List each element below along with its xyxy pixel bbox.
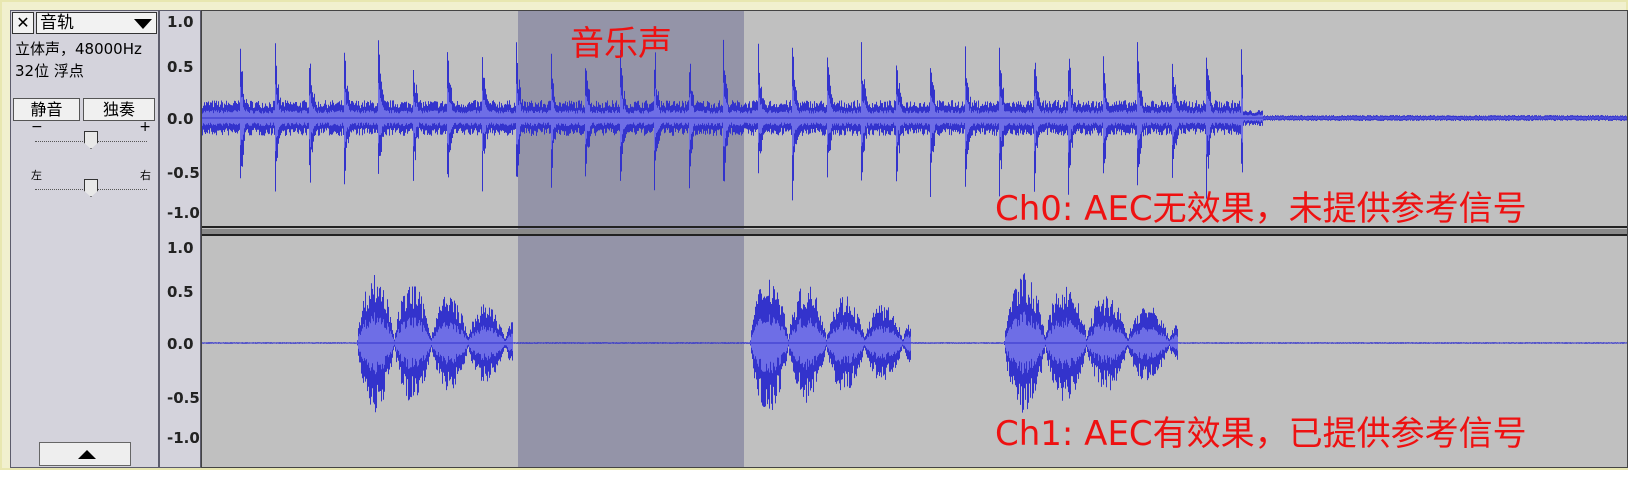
ch0-tick: 1.0 bbox=[167, 13, 194, 31]
channel-0-annotation: Ch0: AEC无效果，未提供参考信号 bbox=[995, 189, 1527, 229]
ch0-tick: -0.5 bbox=[167, 164, 200, 182]
collapse-track-button[interactable] bbox=[39, 442, 131, 466]
close-track-button[interactable]: ✕ bbox=[12, 12, 34, 34]
gain-minus-label: − bbox=[31, 119, 43, 135]
pan-right-label: 右 bbox=[140, 169, 151, 182]
gain-slider-thumb[interactable] bbox=[84, 131, 98, 149]
ch1-tick: -1.0 bbox=[167, 429, 200, 447]
ch1-tick: 1.0 bbox=[167, 239, 194, 257]
track-control-panel: ✕ 音轨 立体声，48000Hz 32位 浮点 静音 独奏 − + 左 右 bbox=[10, 10, 159, 468]
ch1-tick: 0.5 bbox=[167, 283, 194, 301]
pan-slider[interactable]: 左 右 bbox=[31, 169, 151, 201]
channel-0-waveform bbox=[202, 39, 1627, 201]
waveform-canvas bbox=[202, 11, 1627, 467]
track-sample-format: 32位 浮点 bbox=[15, 62, 84, 80]
pan-left-label: 左 bbox=[31, 169, 42, 182]
collapse-up-icon bbox=[78, 450, 96, 459]
mute-button[interactable]: 静音 bbox=[13, 98, 80, 121]
gain-plus-label: + bbox=[139, 119, 151, 135]
track-name-label: 音轨 bbox=[40, 13, 74, 33]
track-format-info: 立体声，48000Hz bbox=[15, 40, 142, 58]
selection-annotation: 音乐声 bbox=[570, 24, 672, 64]
vertical-ruler[interactable]: 1.0 0.5 0.0 -0.5 -1.0 1.0 0.5 0.0 -0.5 -… bbox=[159, 10, 201, 468]
ch0-tick: 0.0 bbox=[167, 110, 194, 128]
track-name-dropdown[interactable]: 音轨 bbox=[36, 12, 157, 34]
waveform-area[interactable]: 音乐声 Ch0: AEC无效果，未提供参考信号 Ch1: AEC有效果，已提供参… bbox=[201, 10, 1628, 468]
ch1-tick: -0.5 bbox=[167, 389, 200, 407]
chevron-down-icon bbox=[134, 19, 152, 29]
track-titlebar: ✕ 音轨 bbox=[12, 12, 157, 34]
channel-1-waveform bbox=[202, 273, 1627, 413]
ch0-tick: -1.0 bbox=[167, 204, 200, 222]
ch1-tick: 0.0 bbox=[167, 335, 194, 353]
pan-slider-thumb[interactable] bbox=[84, 179, 98, 197]
ch0-tick: 0.5 bbox=[167, 58, 194, 76]
audacity-track-frame: ✕ 音轨 立体声，48000Hz 32位 浮点 静音 独奏 − + 左 右 1.… bbox=[0, 0, 1628, 470]
channel-1-annotation: Ch1: AEC有效果，已提供参考信号 bbox=[995, 414, 1527, 454]
gain-slider[interactable]: − + bbox=[31, 119, 151, 153]
solo-button[interactable]: 独奏 bbox=[83, 98, 155, 121]
